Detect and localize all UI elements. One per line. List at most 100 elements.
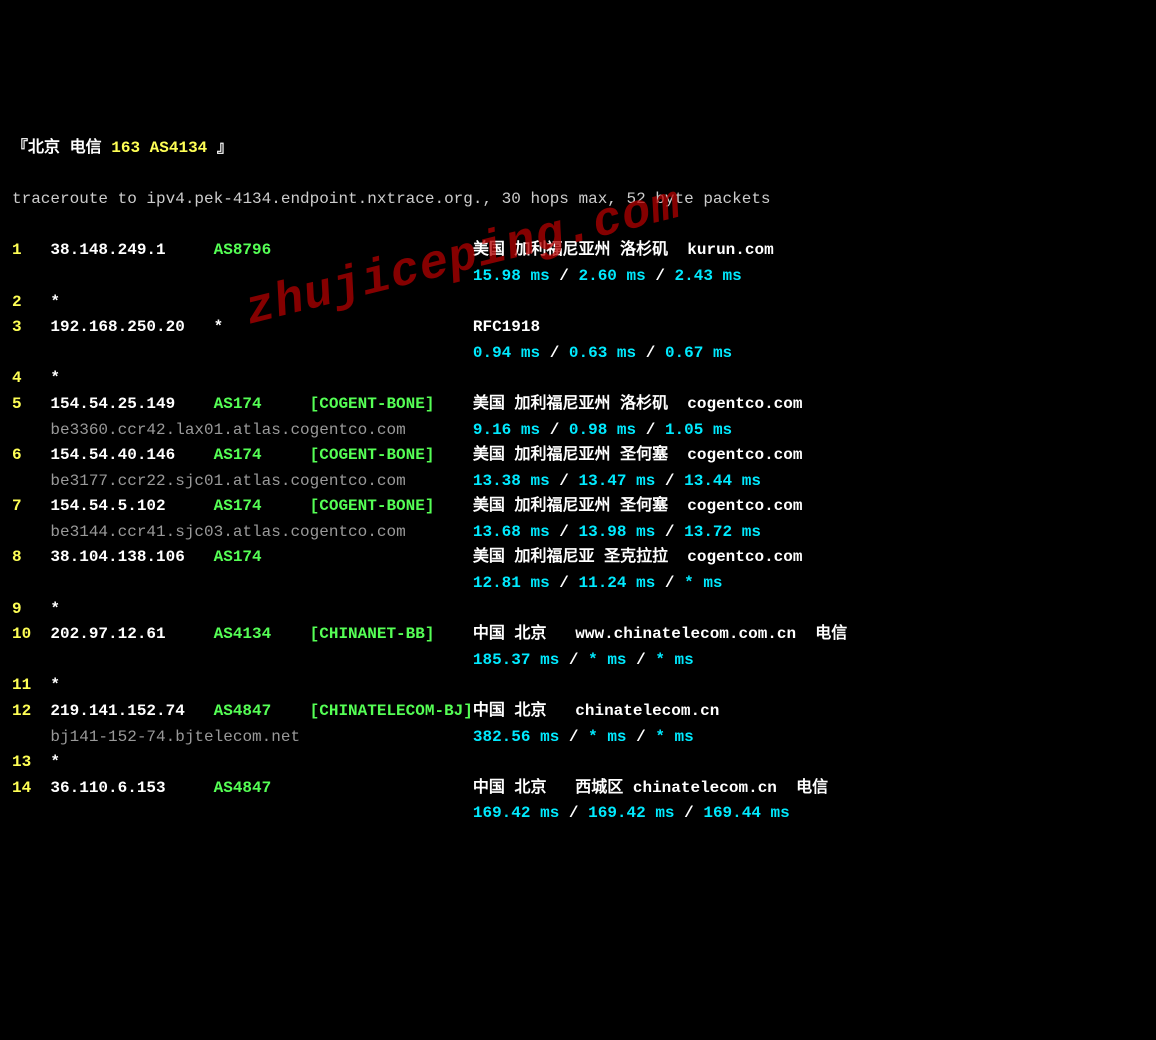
hop-latency: * ms	[655, 651, 693, 669]
hop-network-tag: [COGENT-BONE]	[310, 443, 473, 469]
hop-latency: 13.98 ms	[579, 523, 656, 541]
bracket-open: 『	[12, 139, 28, 157]
hop-latency: 13.47 ms	[579, 472, 656, 490]
hop-ip: *	[50, 597, 213, 623]
hop-geo: 美国 加利福尼亚 圣克拉拉 cogentco.com	[473, 548, 803, 566]
hop-latency: 13.72 ms	[684, 523, 761, 541]
hop-asn: AS174	[214, 545, 310, 571]
hop-row: 10202.97.12.61AS4134[CHINANET-BB]中国 北京 w…	[12, 622, 1144, 648]
hop-asn: AS174	[214, 443, 310, 469]
hops-list: 138.148.249.1AS8796美国 加利福尼亚州 洛杉矶 kurun.c…	[12, 238, 1144, 827]
hop-latency: 13.38 ms	[473, 472, 550, 490]
latency-separator: /	[540, 344, 569, 362]
hop-latency-row: 15.98 ms / 2.60 ms / 2.43 ms	[12, 264, 1144, 290]
hop-network-tag: [COGENT-BONE]	[310, 494, 473, 520]
hop-number: 5	[12, 392, 50, 418]
hop-latency: 169.42 ms	[588, 804, 674, 822]
hop-latency: 169.44 ms	[703, 804, 789, 822]
hop-ip: 219.141.152.74	[50, 699, 213, 725]
hop-number: 8	[12, 545, 50, 571]
hop-ip: 38.104.138.106	[50, 545, 213, 571]
hop-rdns: be3360.ccr42.lax01.atlas.cogentco.com	[50, 418, 472, 444]
hop-latency: 13.68 ms	[473, 523, 550, 541]
hop-number: 1	[12, 238, 50, 264]
hop-asn: AS4847	[214, 699, 310, 725]
hop-latency: 0.98 ms	[569, 421, 636, 439]
latency-separator: /	[559, 728, 588, 746]
hop-number: 4	[12, 366, 50, 392]
hop-ip: 154.54.40.146	[50, 443, 213, 469]
latency-separator: /	[559, 804, 588, 822]
hop-rdns: be3144.ccr41.sjc03.atlas.cogentco.com	[50, 520, 472, 546]
hop-row: 1436.110.6.153AS4847中国 北京 西城区 chinatelec…	[12, 776, 1144, 802]
hop-ip: 154.54.5.102	[50, 494, 213, 520]
hop-ip: *	[50, 366, 213, 392]
hop-latency-row: 169.42 ms / 169.42 ms / 169.44 ms	[12, 801, 1144, 827]
hop-row: 11*	[12, 673, 1144, 699]
hop-geo: RFC1918	[473, 318, 540, 336]
hop-latency: 2.60 ms	[579, 267, 646, 285]
hop-row: 138.148.249.1AS8796美国 加利福尼亚州 洛杉矶 kurun.c…	[12, 238, 1144, 264]
hop-latency: 12.81 ms	[473, 574, 550, 592]
hop-row: 3192.168.250.20*RFC1918	[12, 315, 1144, 341]
bracket-close: 』	[217, 139, 233, 157]
hop-row: 4*	[12, 366, 1144, 392]
hop-geo: 美国 加利福尼亚州 圣何塞 cogentco.com	[473, 446, 803, 464]
hop-network-tag: [COGENT-BONE]	[310, 392, 473, 418]
latency-separator: /	[550, 523, 579, 541]
latency-separator: /	[636, 421, 665, 439]
hop-geo: 美国 加利福尼亚州 圣何塞 cogentco.com	[473, 497, 803, 515]
hop-ip: 36.110.6.153	[50, 776, 213, 802]
hop-ip: *	[50, 750, 213, 776]
hop-latency: 9.16 ms	[473, 421, 540, 439]
hop-number: 6	[12, 443, 50, 469]
hop-asn: AS8796	[214, 238, 310, 264]
hop-latency: 169.42 ms	[473, 804, 559, 822]
hop-latency: 2.43 ms	[675, 267, 742, 285]
latency-separator: /	[655, 523, 684, 541]
hop-latency: * ms	[588, 728, 626, 746]
hop-latency-row: 12.81 ms / 11.24 ms / * ms	[12, 571, 1144, 597]
latency-separator: /	[636, 344, 665, 362]
latency-separator: /	[675, 804, 704, 822]
latency-separator: /	[627, 651, 656, 669]
hop-number: 14	[12, 776, 50, 802]
hop-latency: 0.63 ms	[569, 344, 636, 362]
hop-latency: 0.67 ms	[665, 344, 732, 362]
latency-separator: /	[646, 267, 675, 285]
hop-asn: AS174	[214, 494, 310, 520]
latency-separator: /	[655, 574, 684, 592]
hop-geo: 中国 北京 www.chinatelecom.com.cn 电信	[473, 625, 847, 643]
hop-network-tag: [CHINANET-BB]	[310, 622, 473, 648]
header-line: 『北京 电信 163 AS4134 』	[12, 136, 1144, 162]
hop-row: 7154.54.5.102AS174[COGENT-BONE]美国 加利福尼亚州…	[12, 494, 1144, 520]
hop-latency: * ms	[588, 651, 626, 669]
hop-latency: 382.56 ms	[473, 728, 559, 746]
hop-latency: * ms	[684, 574, 722, 592]
hop-latency: 13.44 ms	[684, 472, 761, 490]
header-location: 北京	[28, 139, 60, 157]
terminal-output: 『北京 电信 163 AS4134 』 traceroute to ipv4.p…	[12, 110, 1144, 852]
header-isp: 电信	[70, 139, 102, 157]
hop-number: 3	[12, 315, 50, 341]
hop-rdns-latency-row: be3144.ccr41.sjc03.atlas.cogentco.com13.…	[12, 520, 1144, 546]
hop-latency: 1.05 ms	[665, 421, 732, 439]
header-backbone: 163 AS4134	[111, 139, 207, 157]
hop-ip: *	[50, 673, 213, 699]
hop-latency-row: 0.94 ms / 0.63 ms / 0.67 ms	[12, 341, 1144, 367]
hop-asn: AS4847	[214, 776, 310, 802]
hop-row: 838.104.138.106AS174 美国 加利福尼亚 圣克拉拉 cogent…	[12, 545, 1144, 571]
latency-separator: /	[559, 651, 588, 669]
hop-rdns: bj141-152-74.bjtelecom.net	[50, 725, 472, 751]
latency-separator: /	[655, 472, 684, 490]
hop-number: 13	[12, 750, 50, 776]
latency-separator: /	[550, 267, 579, 285]
hop-number: 9	[12, 597, 50, 623]
latency-separator: /	[540, 421, 569, 439]
hop-geo: 美国 加利福尼亚州 洛杉矶 cogentco.com	[473, 395, 803, 413]
hop-number: 10	[12, 622, 50, 648]
hop-asn: AS4134	[214, 622, 310, 648]
traceroute-command-line: traceroute to ipv4.pek-4134.endpoint.nxt…	[12, 187, 1144, 213]
hop-latency: 0.94 ms	[473, 344, 540, 362]
hop-rdns-latency-row: bj141-152-74.bjtelecom.net382.56 ms / * …	[12, 725, 1144, 751]
